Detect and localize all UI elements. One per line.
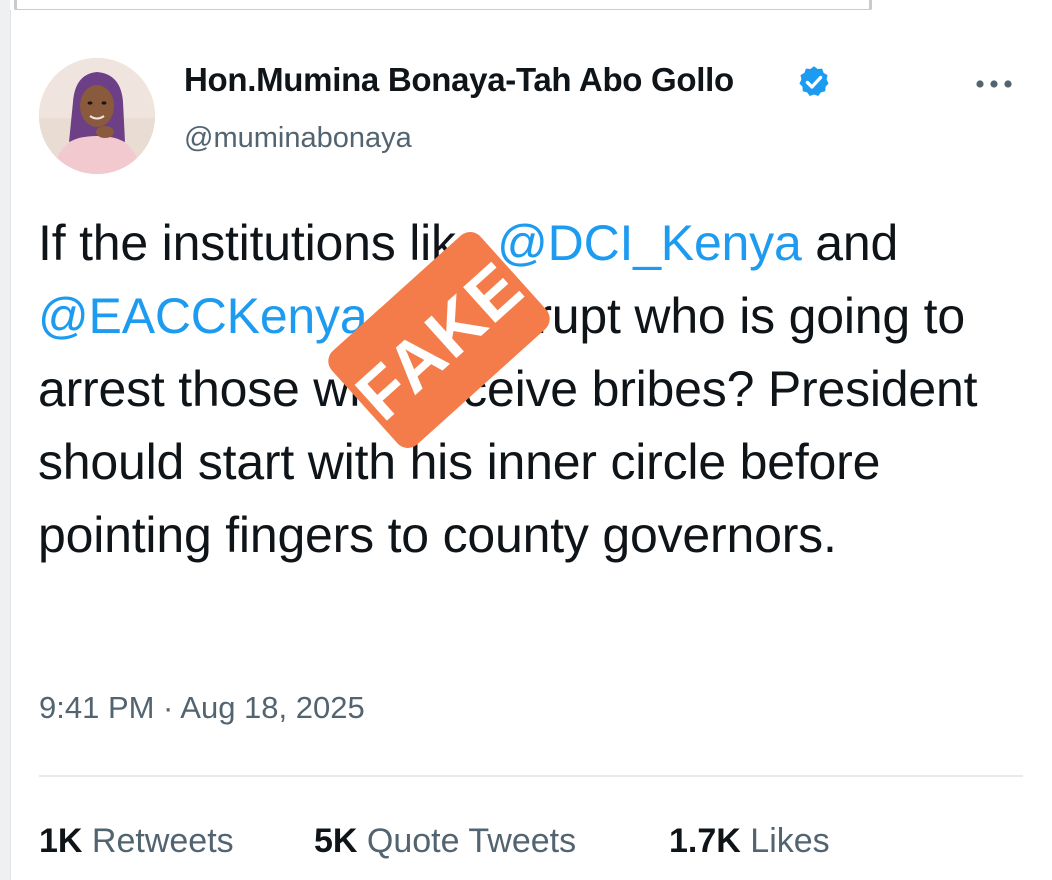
mention-link[interactable]: @EACCKenya <box>38 288 368 344</box>
likes-stat[interactable]: 1.7K Likes <box>669 822 830 861</box>
retweets-label: Retweets <box>91 822 234 860</box>
tweet-text: If the institutions like @DCI_Kenya and … <box>38 207 1028 572</box>
user-handle[interactable]: @muminabonaya <box>184 122 412 155</box>
left-edge <box>0 0 10 880</box>
likes-label: Likes <box>750 822 830 860</box>
avatar-photo <box>39 58 155 174</box>
quotes-count: 5K <box>314 822 358 860</box>
verified-badge-icon <box>799 66 829 96</box>
likes-count: 1.7K <box>669 822 741 860</box>
divider <box>39 775 1023 777</box>
display-name[interactable]: Hon.Mumina Bonaya-Tah Abo Gollo <box>184 61 734 99</box>
tweet-timestamp[interactable]: 9:41 PM · Aug 18, 2025 <box>39 690 365 726</box>
retweets-count: 1K <box>39 822 83 860</box>
quotes-label: Quote Tweets <box>366 822 577 860</box>
avatar[interactable] <box>39 58 155 174</box>
mention-link[interactable]: @DCI_Kenya <box>497 215 802 271</box>
retweets-stat[interactable]: 1K Retweets <box>39 822 234 861</box>
screenshot-frame: Hon.Mumina Bonaya-Tah Abo Gollo @muminab… <box>0 0 1052 880</box>
more-options-icon[interactable] <box>973 72 1015 96</box>
tweet-card: Hon.Mumina Bonaya-Tah Abo Gollo @muminab… <box>10 10 1052 880</box>
tweet-text-segment: and <box>801 215 899 271</box>
tweet-text-segment: If the institutions like <box>38 215 498 271</box>
quotes-stat[interactable]: 5K Quote Tweets <box>314 822 576 861</box>
